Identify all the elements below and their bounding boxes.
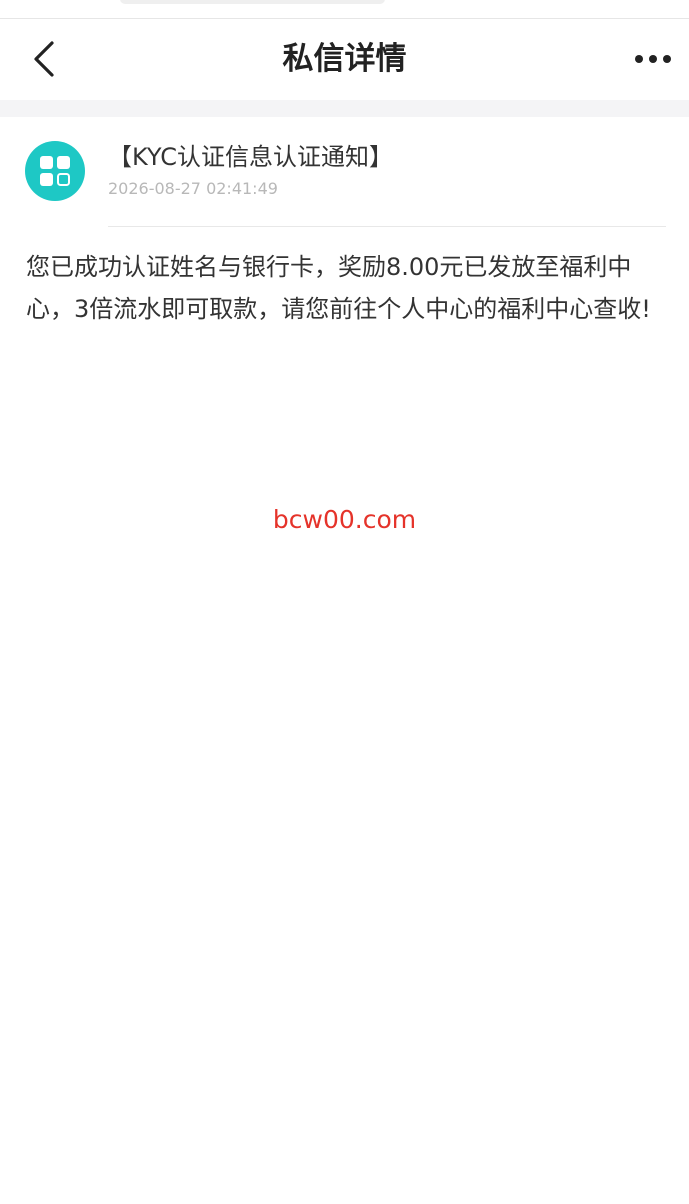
message-body: 您已成功认证姓名与银行卡，奖励8.00元已发放至福利中心，3倍流水即可取款，请您… xyxy=(26,253,651,323)
page-title: 私信详情 xyxy=(282,41,407,77)
message-header: 【KYC认证信息认证通知】 2026-08-27 02:41:49 xyxy=(0,117,689,227)
app-grid-icon xyxy=(25,141,85,201)
message-divider xyxy=(108,226,666,227)
navigation-bar: 私信详情 xyxy=(0,19,689,100)
status-bar-pill xyxy=(120,0,385,4)
message-title: 【KYC认证信息认证通知】 xyxy=(108,143,393,171)
section-divider xyxy=(0,100,689,117)
avatar xyxy=(25,141,85,201)
message-timestamp: 2026-08-27 02:41:49 xyxy=(108,179,278,198)
more-horizontal-icon xyxy=(631,41,675,77)
status-bar xyxy=(0,0,689,19)
more-button[interactable] xyxy=(631,41,675,77)
watermark-text: bcw00.com xyxy=(272,505,417,534)
